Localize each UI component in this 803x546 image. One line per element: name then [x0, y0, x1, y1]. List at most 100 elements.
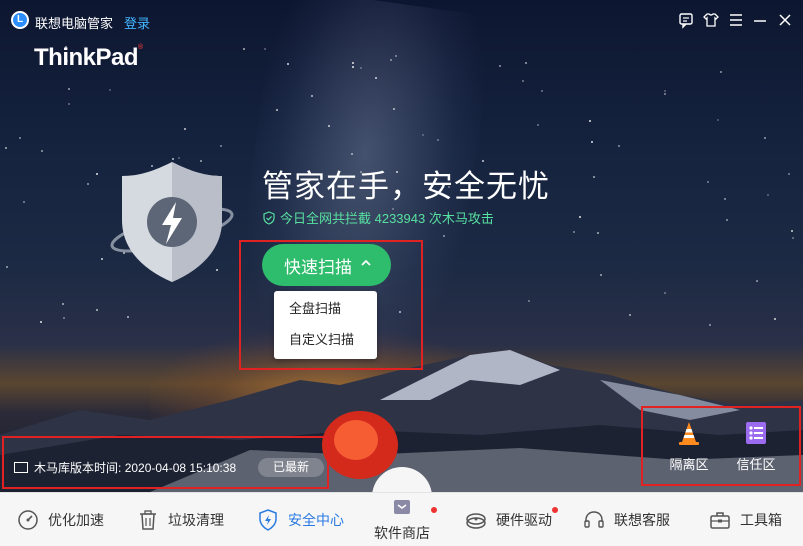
star [600, 274, 602, 276]
star [5, 147, 7, 149]
star [522, 80, 524, 82]
nav-security-label: 安全中心 [288, 512, 344, 528]
star [68, 88, 70, 90]
toolbox-icon [710, 512, 730, 529]
nav-store-label: 软件商店 [374, 525, 430, 541]
traffic-cone-icon [679, 422, 699, 445]
star [41, 150, 43, 152]
app-title: 联想电脑管家 [35, 16, 114, 31]
app-window: L 联想电脑管家 登录 ThinkPad® 管家在手，安全无忧 今日全网共拦截 … [0, 0, 803, 546]
star [23, 201, 25, 203]
star [724, 198, 726, 200]
speedometer-icon [18, 510, 38, 530]
store-notification-dot [431, 507, 437, 513]
star [664, 90, 666, 92]
star [40, 321, 42, 323]
minimize-icon[interactable] [751, 11, 769, 29]
nav-toolbox[interactable]: 工具箱 [708, 493, 782, 546]
virus-db-version: 木马库版本时间: 2020-04-08 15:10:38 [14, 458, 236, 478]
shield-check-icon [263, 211, 275, 225]
version-datetime: 2020-04-08 15:10:38 [124, 461, 237, 475]
star [63, 317, 65, 319]
shield-lightning-icon [110, 162, 234, 282]
nav-drivers[interactable]: 硬件驱动 [464, 493, 552, 546]
star [352, 66, 354, 68]
star [276, 109, 278, 111]
trust-zone-label: 信任区 [736, 457, 776, 472]
star [537, 124, 539, 126]
star [87, 183, 89, 185]
monitor-icon [14, 462, 28, 473]
star [573, 231, 575, 233]
login-link[interactable]: 登录 [124, 13, 150, 32]
brand-registered-mark: ® [138, 44, 143, 51]
star [19, 137, 21, 139]
star [774, 318, 776, 320]
star [597, 232, 599, 234]
star [664, 292, 666, 294]
nav-optimize[interactable]: 优化加速 [16, 493, 104, 546]
nav-security[interactable]: 安全中心 [256, 493, 344, 546]
star [351, 153, 353, 155]
nav-support-label: 联想客服 [614, 512, 670, 528]
status-badge: 已最新 [258, 458, 324, 477]
nav-cleanup[interactable]: 垃圾清理 [136, 493, 224, 546]
star [6, 266, 8, 268]
shield-icon [259, 509, 277, 531]
headline: 管家在手，安全无忧 [262, 169, 550, 204]
close-icon[interactable] [776, 11, 794, 29]
quarantine-button[interactable]: 隔离区 [664, 420, 714, 473]
star [352, 62, 354, 64]
quarantine-label: 隔离区 [669, 457, 709, 472]
star [525, 62, 527, 64]
nav-optimize-label: 优化加速 [48, 512, 104, 528]
thinkpad-logo: ThinkPad® [34, 44, 143, 72]
store-icon [394, 500, 410, 514]
star [720, 71, 722, 73]
star [243, 48, 245, 50]
star [764, 137, 766, 139]
driver-icon [466, 513, 486, 529]
star [717, 119, 719, 121]
nav-cleanup-label: 垃圾清理 [168, 512, 224, 528]
star [756, 280, 758, 282]
star [96, 173, 98, 175]
star [589, 120, 591, 122]
intercept-stat: 今日全网共拦截 4233943 次木马攻击 [262, 208, 494, 227]
star [709, 324, 711, 326]
star [62, 303, 64, 305]
star [184, 128, 186, 130]
star [788, 173, 790, 175]
star [591, 141, 593, 143]
nav-support[interactable]: 联想客服 [582, 493, 670, 546]
star [287, 63, 289, 65]
star [437, 139, 439, 141]
star [593, 176, 595, 178]
nav-drivers-label: 硬件驱动 [496, 512, 552, 528]
star [528, 300, 530, 302]
star [109, 89, 111, 91]
star [390, 59, 392, 61]
star [96, 309, 98, 311]
star [707, 181, 709, 183]
star [791, 230, 793, 232]
star [792, 237, 794, 239]
scan-highlight-box [239, 240, 423, 370]
star [618, 145, 620, 147]
checklist-icon [746, 422, 766, 444]
star [664, 93, 666, 95]
star [443, 235, 445, 237]
skin-icon[interactable] [702, 11, 720, 29]
star [579, 216, 581, 218]
feedback-icon[interactable] [677, 11, 695, 29]
title-bar: L 联想电脑管家 登录 [0, 0, 803, 40]
star [101, 258, 103, 260]
star [311, 95, 313, 97]
star [726, 219, 728, 221]
menu-icon[interactable] [727, 11, 745, 29]
nav-store[interactable]: 软件商店 [374, 467, 430, 543]
trust-zone-button[interactable]: 信任区 [731, 420, 781, 473]
intercept-text: 今日全网共拦截 4233943 次木马攻击 [280, 211, 494, 226]
star [328, 125, 330, 127]
star [629, 314, 631, 316]
